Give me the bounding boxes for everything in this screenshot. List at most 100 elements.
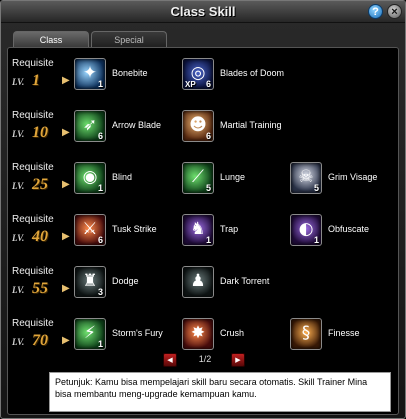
- level-number: 40: [32, 228, 48, 245]
- requisite-block: Requisite LV. 10 ▶: [12, 110, 74, 150]
- arrow-right-icon: ▶: [62, 283, 70, 294]
- finesse-swirl-icon[interactable]: §: [290, 318, 322, 350]
- lunge-slash-icon[interactable]: ⟋ 5: [182, 162, 214, 194]
- skill-name: Dodge: [112, 276, 139, 286]
- skill-level-badge: 6: [205, 79, 211, 89]
- skill-level-badge: 1: [97, 183, 103, 193]
- arrow-right-icon: ▶: [62, 335, 70, 346]
- requisite-label: Requisite: [12, 318, 54, 329]
- skill-row-lv40: Requisite LV. 40 ▶ ⚔ 6 Tusk Strike ♞ 1 T…: [8, 210, 400, 258]
- level-number: 1: [32, 72, 40, 89]
- skill-row-lv1: Requisite LV. 1 ▶ ✦ 1 Bonebite ◎ XP 6 Bl…: [8, 54, 400, 102]
- eye-swirl-icon[interactable]: ◉ 1: [74, 162, 106, 194]
- close-button[interactable]: ×: [387, 4, 402, 19]
- skill-name: Blades of Doom: [220, 68, 285, 78]
- skill-slot[interactable]: ☠ 5 Grim Visage: [290, 162, 400, 198]
- skill-name: Lunge: [220, 172, 246, 182]
- skill-slot[interactable]: § Finesse: [290, 318, 400, 354]
- level-prefix: LV.: [12, 233, 25, 243]
- tab-special[interactable]: Special: [91, 31, 167, 47]
- skill-slot[interactable]: ♟ Dark Torrent: [182, 266, 292, 302]
- skill-slot[interactable]: ✸ Crush: [182, 318, 292, 354]
- skill-slot[interactable]: ⟋ 5 Lunge: [182, 162, 292, 198]
- hooded-figure-icon[interactable]: ♟: [182, 266, 214, 298]
- arrow-right-icon: ▶: [62, 75, 70, 86]
- level-prefix: LV.: [12, 77, 25, 87]
- tab-class[interactable]: Class: [13, 31, 89, 47]
- skill-slot[interactable]: ☻ 6 Martial Training: [182, 110, 292, 146]
- warrior-portrait-icon[interactable]: ☻ 6: [182, 110, 214, 142]
- skill-slot[interactable]: ◎ XP 6 Blades of Doom: [182, 58, 292, 94]
- target-ring-icon[interactable]: ◎ XP 6: [182, 58, 214, 90]
- skill-level-badge: 6: [97, 131, 103, 141]
- skill-level-badge: 1: [205, 235, 211, 245]
- skill-name: Trap: [220, 224, 239, 234]
- level-prefix: LV.: [12, 285, 25, 295]
- title-bar[interactable]: Class Skill ? ×: [1, 1, 405, 23]
- skill-name: Bonebite: [112, 68, 148, 78]
- requisite-block: Requisite LV. 1 ▶: [12, 58, 74, 98]
- requisite-block: Requisite LV. 70 ▶: [12, 318, 74, 358]
- arrow-right-icon: ▶: [62, 179, 70, 190]
- skill-level-badge: 1: [313, 235, 319, 245]
- skill-row-lv10: Requisite LV. 10 ▶ ➶ 6 Arrow Blade ☻ 6 M…: [8, 106, 400, 154]
- requisite-label: Requisite: [12, 110, 54, 121]
- arrow-right-icon: ▶: [62, 127, 70, 138]
- skill-name: Storm's Fury: [112, 328, 163, 338]
- skill-slot[interactable]: ➶ 6 Arrow Blade: [74, 110, 184, 146]
- storm-blade-icon[interactable]: ⚡ 1: [74, 318, 106, 350]
- requisite-label: Requisite: [12, 162, 54, 173]
- skill-name: Obfuscate: [328, 224, 370, 234]
- level-prefix: LV.: [12, 337, 25, 347]
- requisite-block: Requisite LV. 55 ▶: [12, 266, 74, 306]
- skill-name: Blind: [112, 172, 133, 182]
- dodge-figure-icon[interactable]: ♜ 3: [74, 266, 106, 298]
- arrow-right-icon: ▶: [62, 231, 70, 242]
- skull-icon[interactable]: ☠ 5: [290, 162, 322, 194]
- skill-level-badge: 1: [97, 79, 103, 89]
- skill-name: Arrow Blade: [112, 120, 162, 130]
- requisite-label: Requisite: [12, 58, 54, 69]
- level-prefix: LV.: [12, 181, 25, 191]
- skill-row-lv25: Requisite LV. 25 ▶ ◉ 1 Blind ⟋ 5 Lunge ☠…: [8, 158, 400, 206]
- arrow-blade-icon[interactable]: ➶ 6: [74, 110, 106, 142]
- trap-figure-icon[interactable]: ♞ 1: [182, 214, 214, 246]
- requisite-label: Requisite: [12, 266, 54, 277]
- help-button[interactable]: ?: [368, 4, 383, 19]
- skill-level-badge: 6: [205, 131, 211, 141]
- claw-slash-icon[interactable]: ✦ 1: [74, 58, 106, 90]
- skill-level-badge: 6: [97, 235, 103, 245]
- class-skill-window: Class Skill ? × Class Special Requisite …: [0, 0, 406, 419]
- crush-slash-icon[interactable]: ✸: [182, 318, 214, 350]
- tusk-strike-icon[interactable]: ⚔ 6: [74, 214, 106, 246]
- skill-slot[interactable]: ◐ 1 Obfuscate: [290, 214, 400, 250]
- skill-level-badge: 5: [205, 183, 211, 193]
- skill-level-badge: 3: [97, 287, 103, 297]
- prev-page-button[interactable]: ◀: [163, 353, 177, 367]
- skill-name: Crush: [220, 328, 245, 338]
- skill-slot[interactable]: ⚡ 1 Storm's Fury: [74, 318, 184, 354]
- level-number: 55: [32, 280, 48, 297]
- skill-slot[interactable]: ✦ 1 Bonebite: [74, 58, 184, 94]
- skill-name: Martial Training: [220, 120, 282, 130]
- skill-level-badge: 1: [97, 339, 103, 349]
- skill-name: Dark Torrent: [220, 276, 270, 286]
- hint-text: Petunjuk: Kamu bisa mempelajari skill ba…: [55, 377, 368, 399]
- skill-slot[interactable]: ◉ 1 Blind: [74, 162, 184, 198]
- xp-label: XP: [185, 80, 196, 89]
- level-prefix: LV.: [12, 129, 25, 139]
- skill-slot[interactable]: ⚔ 6 Tusk Strike: [74, 214, 184, 250]
- skill-slot[interactable]: ♜ 3 Dodge: [74, 266, 184, 302]
- skill-name: Finesse: [328, 328, 360, 338]
- skill-name: Tusk Strike: [112, 224, 157, 234]
- window-title: Class Skill: [170, 4, 236, 19]
- skill-level-badge: 5: [313, 183, 319, 193]
- shadow-veil-icon[interactable]: ◐ 1: [290, 214, 322, 246]
- next-page-button[interactable]: ▶: [231, 353, 245, 367]
- pagination: ◀ 1/2 ▶: [163, 353, 247, 367]
- level-number: 70: [32, 332, 48, 349]
- skill-row-lv55: Requisite LV. 55 ▶ ♜ 3 Dodge ♟ Dark Torr…: [8, 262, 400, 310]
- skill-slot[interactable]: ♞ 1 Trap: [182, 214, 292, 250]
- page-indicator: 1/2: [198, 354, 212, 364]
- requisite-block: Requisite LV. 40 ▶: [12, 214, 74, 254]
